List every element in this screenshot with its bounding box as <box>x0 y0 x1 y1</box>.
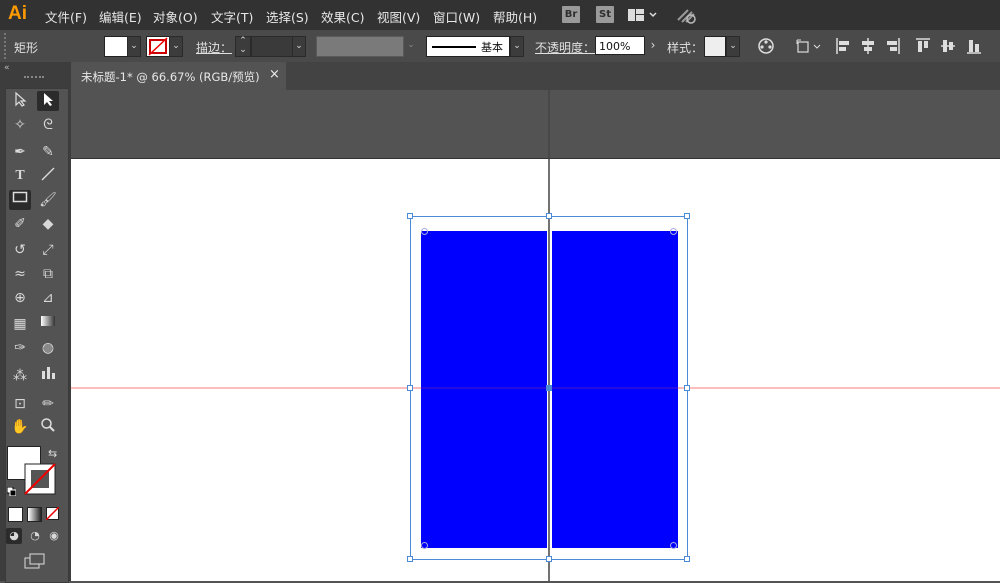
canvas-overlay <box>71 90 1000 581</box>
corner-widget-bottom-right[interactable] <box>670 542 677 549</box>
handle-top-center[interactable] <box>546 213 552 219</box>
left-blue-rectangle[interactable] <box>421 231 547 548</box>
handle-bottom-right[interactable] <box>684 556 690 562</box>
corner-widget-bottom-left[interactable] <box>421 542 428 549</box>
handle-top-left[interactable] <box>407 213 413 219</box>
handle-top-right[interactable] <box>684 213 690 219</box>
handle-middle-right[interactable] <box>684 385 690 391</box>
corner-widget-top-right[interactable] <box>670 228 677 235</box>
handle-bottom-center[interactable] <box>546 556 552 562</box>
handle-bottom-left[interactable] <box>407 556 413 562</box>
handle-middle-left[interactable] <box>407 385 413 391</box>
right-blue-rectangle[interactable] <box>552 231 678 548</box>
center-point[interactable] <box>546 385 552 391</box>
corner-widget-top-left[interactable] <box>421 228 428 235</box>
